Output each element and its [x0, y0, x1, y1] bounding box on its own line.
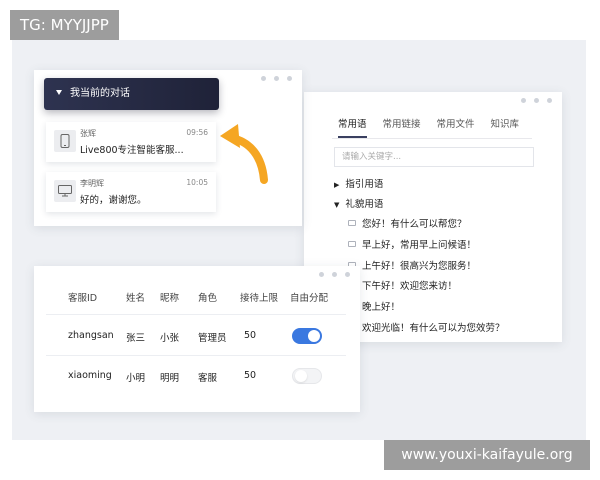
- agents-window: 客服ID 姓名 昵称 角色 接待上限 自由分配 zhangsan 张三 小张 管…: [34, 266, 360, 412]
- mobile-icon: [54, 130, 76, 152]
- phrase-item[interactable]: 下午好！欢迎您来访！: [348, 278, 457, 292]
- agent-limit: 50: [244, 370, 257, 381]
- column-header: 昵称: [160, 293, 180, 304]
- message-icon: [348, 241, 356, 247]
- group-guide-phrases[interactable]: ▶ 指引用语: [334, 176, 383, 190]
- row-divider: [46, 355, 346, 356]
- column-header: 客服ID: [68, 293, 98, 304]
- phrase-item[interactable]: 欢迎光临！有什么可以为您效劳？: [348, 320, 505, 334]
- conversation-item[interactable]: 李明辉 好的，谢谢您。 10:05: [46, 172, 216, 212]
- column-header: 角色: [198, 293, 218, 304]
- auto-assign-toggle[interactable]: [292, 328, 322, 344]
- curved-arrow-icon: [220, 124, 268, 184]
- phrase-text: 欢迎光临！有什么可以为您效劳？: [362, 323, 505, 334]
- message-time: 09:56: [186, 128, 208, 137]
- group-label: 指引用语: [345, 179, 384, 190]
- watermark-top-left: TG: MYYJJPP: [10, 10, 119, 40]
- column-header: 接待上限: [240, 293, 279, 304]
- agent-name: 小明: [126, 373, 146, 384]
- phrase-text: 上午好！很高兴为您服务！: [362, 261, 477, 272]
- tab-knowledge-base[interactable]: 知识库: [491, 116, 520, 138]
- window-dots: [261, 76, 292, 81]
- agent-nickname: 小张: [160, 333, 180, 344]
- message-time: 10:05: [186, 178, 208, 187]
- phrase-text: 您好！有什么可以帮您？: [362, 219, 467, 230]
- window-dots: [521, 98, 552, 103]
- tab-common-links[interactable]: 常用链接: [383, 116, 421, 138]
- group-polite-phrases[interactable]: ▼ 礼貌用语: [334, 196, 383, 210]
- message-icon: [348, 220, 356, 226]
- caret-right-icon: ▶: [334, 181, 340, 189]
- caret-down-icon: ▼: [334, 201, 340, 209]
- phrase-text: 下午好！欢迎您来访！: [362, 281, 458, 292]
- agent-id: zhangsan: [68, 330, 114, 341]
- watermark-bottom-right: www.youxi-kaifayule.org: [384, 440, 590, 470]
- tabs-divider: [332, 138, 532, 139]
- header-label: 我当前的对话: [70, 88, 130, 99]
- agent-limit: 50: [244, 330, 257, 341]
- desktop-icon: [54, 180, 76, 202]
- phrase-item[interactable]: 上午好！很高兴为您服务！: [348, 258, 476, 272]
- agent-id: xiaoming: [68, 370, 112, 381]
- last-message: 好的，谢谢您。: [80, 195, 147, 206]
- column-header: 姓名: [126, 293, 146, 304]
- auto-assign-toggle[interactable]: [292, 368, 322, 384]
- column-header: 自由分配: [290, 293, 329, 304]
- group-label: 礼貌用语: [345, 199, 384, 210]
- phrase-item[interactable]: 早上好，常用早上问候语！: [348, 237, 476, 251]
- phrase-text: 早上好，常用早上问候语！: [362, 240, 477, 251]
- phrases-tabs: 常用语 常用链接 常用文件 知识库: [338, 116, 535, 138]
- agent-role: 客服: [198, 373, 218, 384]
- caret-down-icon: [56, 90, 62, 95]
- tab-common-phrases[interactable]: 常用语: [338, 116, 367, 138]
- contact-name: 李明辉: [80, 179, 104, 188]
- my-conversations-header[interactable]: 我当前的对话: [44, 78, 219, 110]
- row-divider: [46, 314, 346, 315]
- agent-role: 管理员: [198, 333, 227, 344]
- phrase-item[interactable]: 您好！有什么可以帮您？: [348, 216, 467, 230]
- phrase-text: 晚上好！: [362, 302, 401, 313]
- agent-name: 张三: [126, 333, 146, 344]
- contact-name: 张辉: [80, 129, 96, 138]
- window-dots: [319, 272, 350, 277]
- tab-common-files[interactable]: 常用文件: [437, 116, 475, 138]
- agent-nickname: 明明: [160, 373, 180, 384]
- conversation-item[interactable]: 张辉 Live800专注智能客服... 09:56: [46, 122, 216, 162]
- last-message: Live800专注智能客服...: [80, 145, 184, 156]
- search-input[interactable]: 请输入关键字...: [334, 147, 534, 167]
